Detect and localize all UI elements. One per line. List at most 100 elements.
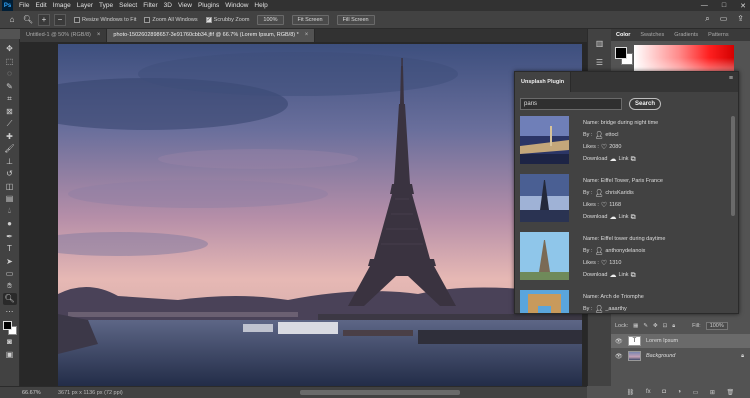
healing-tool-icon[interactable]: ✚ bbox=[3, 131, 17, 143]
crop-tool-icon[interactable]: ⌗ bbox=[3, 93, 17, 105]
maximize-button[interactable]: □ bbox=[722, 2, 726, 9]
zoom-tool-icon[interactable]: 🔍︎ bbox=[22, 14, 34, 26]
tab-color[interactable]: Color bbox=[611, 32, 635, 38]
brush-tool-icon[interactable]: 🖌︎ bbox=[3, 143, 17, 155]
fit-screen-button[interactable]: Fit Screen bbox=[291, 14, 329, 25]
layer-name[interactable]: Lorem Ipsum bbox=[646, 338, 678, 344]
search-icon[interactable]: ⌕ bbox=[705, 14, 709, 24]
close-icon[interactable]: × bbox=[305, 29, 309, 42]
home-icon[interactable]: ⌂ bbox=[6, 14, 18, 26]
eraser-tool-icon[interactable]: ◫ bbox=[3, 181, 17, 193]
lock-artboard-icon[interactable]: ⊡ bbox=[663, 323, 668, 329]
screen-mode-icon[interactable]: ▣ bbox=[3, 349, 17, 361]
color-swatches[interactable] bbox=[2, 321, 17, 335]
type-tool-icon[interactable]: T bbox=[3, 243, 17, 255]
menu-help[interactable]: Help bbox=[251, 0, 270, 11]
resize-windows-option[interactable]: Resize Windows to Fit bbox=[74, 16, 136, 23]
result-thumbnail-arc-de-triomphe[interactable] bbox=[520, 290, 569, 313]
quick-select-tool-icon[interactable]: ✎ bbox=[3, 81, 17, 93]
fill-screen-button[interactable]: Fill Screen bbox=[336, 14, 375, 25]
hand-tool-icon[interactable]: ✋︎ bbox=[3, 281, 17, 293]
fill-value[interactable]: 100% bbox=[705, 322, 728, 330]
menu-filter[interactable]: Filter bbox=[140, 0, 160, 11]
shape-tool-icon[interactable]: ▭ bbox=[3, 268, 17, 280]
zoom-100-button[interactable]: 100% bbox=[257, 14, 284, 25]
search-button[interactable]: Search bbox=[629, 98, 661, 110]
external-link-icon[interactable]: ⧉ bbox=[631, 214, 636, 221]
adjustment-layer-icon[interactable]: ◑ bbox=[677, 389, 681, 395]
menu-select[interactable]: Select bbox=[116, 0, 140, 11]
tab-gradients[interactable]: Gradients bbox=[669, 32, 703, 38]
link-label[interactable]: Link bbox=[618, 214, 628, 221]
gradient-tool-icon[interactable]: ▤ bbox=[3, 193, 17, 205]
blur-tool-icon[interactable]: 💧︎ bbox=[3, 206, 17, 218]
new-layer-icon[interactable]: ⊞ bbox=[710, 389, 715, 396]
more-tools-icon[interactable]: ⋯ bbox=[3, 306, 17, 318]
menu-image[interactable]: Image bbox=[50, 0, 74, 11]
quick-mask-icon[interactable]: ◙ bbox=[3, 336, 17, 348]
zoom-in-icon[interactable]: + bbox=[38, 13, 50, 26]
horizontal-scrollbar[interactable] bbox=[300, 390, 460, 395]
close-icon[interactable]: × bbox=[97, 29, 101, 42]
link-label[interactable]: Link bbox=[618, 272, 628, 279]
status-doc-info[interactable]: 3671 px x 1136 px (72 ppi) bbox=[58, 390, 123, 396]
stamp-tool-icon[interactable]: ⊥ bbox=[3, 156, 17, 168]
menu-file[interactable]: File bbox=[16, 0, 32, 11]
status-zoom[interactable]: 66.67% bbox=[0, 390, 41, 396]
scrubby-zoom-checkbox[interactable]: ✓ bbox=[205, 16, 212, 23]
lock-brush-icon[interactable]: ✎ bbox=[643, 323, 648, 329]
eyedropper-tool-icon[interactable]: ⟋ bbox=[3, 118, 17, 130]
marquee-tool-icon[interactable]: ⬚ bbox=[3, 56, 17, 68]
search-input[interactable] bbox=[520, 98, 622, 110]
document-image-eiffel-tower[interactable] bbox=[58, 44, 582, 390]
author-name[interactable]: _aaarthy bbox=[605, 306, 626, 313]
scrubby-zoom-option[interactable]: ✓ Scrubby Zoom bbox=[205, 16, 249, 23]
result-thumbnail-eiffel-daytime[interactable] bbox=[520, 232, 569, 280]
link-layers-icon[interactable]: ⛓ bbox=[627, 389, 635, 396]
menu-edit[interactable]: Edit bbox=[32, 0, 49, 11]
minimize-button[interactable]: — bbox=[701, 2, 708, 9]
frame-tool-icon[interactable]: ⊠ bbox=[3, 106, 17, 118]
result-thumbnail-eiffel-paris[interactable] bbox=[520, 174, 569, 222]
external-link-icon[interactable]: ⧉ bbox=[631, 272, 636, 279]
lock-pixels-icon[interactable]: ▦ bbox=[633, 323, 638, 329]
mask-icon[interactable]: ◘ bbox=[662, 389, 666, 395]
author-name[interactable]: anthonydelanoix bbox=[605, 248, 645, 255]
path-select-tool-icon[interactable]: ➤ bbox=[3, 256, 17, 268]
plugin-title[interactable]: Unsplash Plugin bbox=[515, 72, 572, 92]
cloud-download-icon[interactable]: ☁ bbox=[609, 156, 616, 163]
trash-icon[interactable]: 🗑︎ bbox=[727, 389, 735, 396]
workspace-icon[interactable]: ▭ bbox=[720, 14, 728, 24]
layer-name[interactable]: Background bbox=[646, 353, 675, 359]
author-name[interactable]: chrisKaridis bbox=[605, 190, 633, 197]
link-label[interactable]: Link bbox=[618, 156, 628, 163]
color-panel-foreground[interactable] bbox=[615, 47, 627, 59]
author-name[interactable]: ettocl bbox=[605, 132, 618, 139]
cloud-download-icon[interactable]: ☁ bbox=[609, 214, 616, 221]
menu-layer[interactable]: Layer bbox=[74, 0, 96, 11]
heart-icon[interactable]: ♡ bbox=[601, 260, 607, 267]
close-window-button[interactable]: ✕ bbox=[740, 2, 746, 10]
photoshop-logo[interactable]: Ps bbox=[2, 0, 13, 11]
result-thumbnail-bridge-night[interactable] bbox=[520, 116, 569, 164]
lock-position-icon[interactable]: ✥ bbox=[653, 323, 658, 329]
download-label[interactable]: Download bbox=[583, 156, 607, 163]
eye-icon[interactable]: 👁︎ bbox=[615, 353, 623, 360]
plugin-scrollbar[interactable] bbox=[731, 116, 735, 216]
menu-3d[interactable]: 3D bbox=[161, 0, 175, 11]
resize-windows-checkbox[interactable] bbox=[74, 16, 80, 23]
history-brush-icon[interactable]: ↺ bbox=[3, 168, 17, 180]
menu-view[interactable]: View bbox=[175, 0, 195, 11]
download-label[interactable]: Download bbox=[583, 214, 607, 221]
cloud-download-icon[interactable]: ☁ bbox=[609, 272, 616, 279]
foreground-color-swatch[interactable] bbox=[2, 321, 12, 330]
external-link-icon[interactable]: ⧉ bbox=[631, 156, 636, 163]
new-group-icon[interactable]: ▭ bbox=[693, 389, 699, 396]
zoom-out-icon[interactable]: − bbox=[54, 13, 66, 26]
lasso-tool-icon[interactable]: ◌ bbox=[3, 68, 17, 80]
menu-plugins[interactable]: Plugins bbox=[195, 0, 222, 11]
zoom-all-option[interactable]: Zoom All Windows bbox=[144, 16, 198, 23]
properties-panel-icon[interactable]: ☰ bbox=[596, 58, 603, 67]
heart-icon[interactable]: ♡ bbox=[601, 144, 607, 151]
menu-type[interactable]: Type bbox=[96, 0, 116, 11]
